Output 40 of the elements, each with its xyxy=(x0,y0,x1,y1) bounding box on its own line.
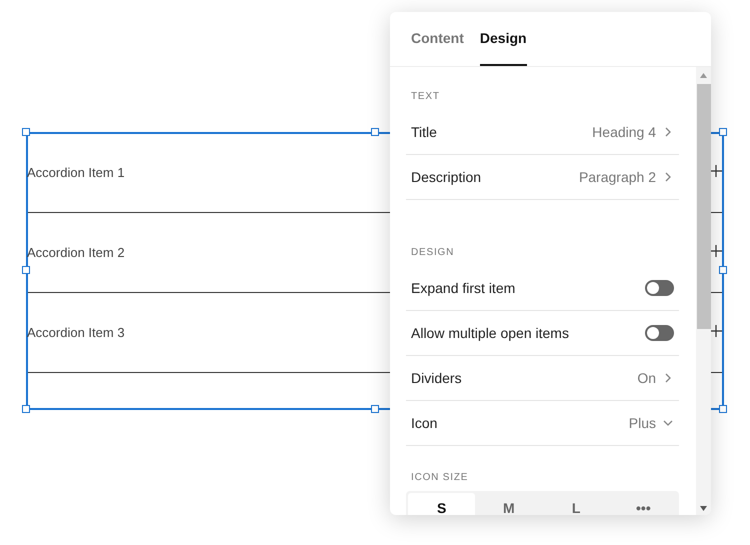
size-option[interactable]: ••• xyxy=(610,493,677,515)
setting-value: On xyxy=(637,368,656,388)
toggle-switch[interactable] xyxy=(645,280,674,296)
section-heading: TEXT xyxy=(410,90,441,104)
panel-tab[interactable]: Content xyxy=(411,12,464,66)
resize-handle[interactable] xyxy=(719,128,727,136)
panel-tab[interactable]: Design xyxy=(480,12,527,66)
scrollbar-thumb[interactable] xyxy=(696,84,710,329)
plus-icon[interactable] xyxy=(710,245,722,257)
scroll-down-icon[interactable] xyxy=(700,506,707,511)
setting-value: Plus xyxy=(628,414,656,432)
section-heading: DESIGN xyxy=(410,246,456,260)
setting-row[interactable]: Description Paragraph 2 xyxy=(406,155,679,200)
size-option[interactable]: S xyxy=(408,493,476,515)
setting-label: Allow multiple open items xyxy=(411,324,569,343)
scrollbar[interactable] xyxy=(696,67,711,515)
resize-handle[interactable] xyxy=(719,405,727,413)
setting-row[interactable]: Dividers On xyxy=(406,356,679,401)
setting-label: Dividers xyxy=(411,368,462,388)
plus-icon[interactable] xyxy=(710,165,722,177)
size-option[interactable]: L xyxy=(542,493,610,515)
scroll-up-icon[interactable] xyxy=(700,73,707,78)
setting-value: Heading 4 xyxy=(592,122,656,142)
resize-handle[interactable] xyxy=(22,266,30,274)
setting-label: Title xyxy=(411,122,437,142)
size-option[interactable]: M xyxy=(475,493,542,515)
section-heading: ICON SIZE xyxy=(410,471,470,485)
setting-row[interactable]: Icon Plus xyxy=(406,401,679,446)
toggle-switch[interactable] xyxy=(645,325,674,341)
resize-handle[interactable] xyxy=(22,405,30,413)
resize-handle[interactable] xyxy=(719,266,727,274)
setting-label: Icon xyxy=(411,414,438,432)
resize-handle[interactable] xyxy=(371,405,379,413)
setting-value: Paragraph 2 xyxy=(578,168,656,187)
setting-row[interactable]: Title Heading 4 xyxy=(406,110,679,155)
plus-icon[interactable] xyxy=(710,325,722,337)
setting-label: Expand first item xyxy=(411,278,516,298)
setting-label: Description xyxy=(411,168,482,187)
resize-handle[interactable] xyxy=(22,128,30,136)
resize-handle[interactable] xyxy=(371,128,379,136)
